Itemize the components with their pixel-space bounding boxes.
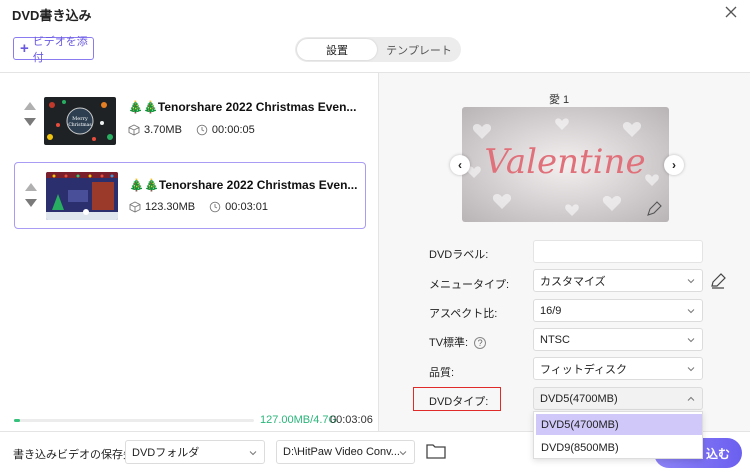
capacity-progress-fill bbox=[14, 419, 21, 422]
reorder-arrows bbox=[25, 183, 37, 207]
size-icon bbox=[129, 201, 141, 213]
dvd-type-dropdown: DVD5(4700MB) DVD9(8500MB) bbox=[533, 411, 703, 459]
plus-icon: + bbox=[20, 40, 29, 57]
menu-type-select[interactable]: カスタマイズ bbox=[533, 269, 703, 292]
destination-path-select[interactable]: D:\HitPaw Video Conv... bbox=[276, 440, 415, 464]
chevron-down-icon bbox=[249, 451, 257, 456]
add-video-button[interactable]: + ビデオを添付 bbox=[13, 36, 94, 64]
tab-template[interactable]: テンプレート bbox=[379, 39, 459, 60]
video-list-item-selected[interactable]: 🎄🎄Tenorshare 2022 Christmas Even... 123.… bbox=[14, 162, 366, 229]
video-thumbnail: Merry Christmas bbox=[44, 97, 116, 145]
video-list-pane: Merry Christmas 🎄🎄Tenorshare 2022 Christ… bbox=[0, 73, 378, 431]
reorder-arrows bbox=[24, 102, 36, 126]
video-size: 3.70MB bbox=[144, 124, 182, 136]
tv-standard-label-text: TV標準: bbox=[429, 337, 469, 349]
menu-type-label: メニュータイプ: bbox=[429, 279, 510, 291]
menu-preview-image: Valentine bbox=[462, 107, 669, 222]
dvd-type-option[interactable]: DVD5(4700MB) bbox=[536, 414, 702, 435]
capacity-used-text: 127.00MB/4.7G bbox=[260, 414, 338, 426]
tv-standard-select[interactable]: NTSC bbox=[533, 328, 703, 351]
video-meta: 3.70MB 00:00:05 bbox=[128, 124, 255, 136]
dvd-type-option[interactable]: DVD9(8500MB) bbox=[536, 437, 702, 458]
clock-icon bbox=[209, 201, 221, 213]
video-duration: 00:03:01 bbox=[225, 201, 268, 213]
quality-select[interactable]: フィットディスク bbox=[533, 357, 703, 380]
quality-label: 品質: bbox=[429, 367, 455, 379]
menu-type-value: カスタマイズ bbox=[540, 275, 606, 288]
video-name: 🎄🎄Tenorshare 2022 Christmas Even... bbox=[129, 178, 358, 192]
destination-type-select[interactable]: DVDフォルダ bbox=[125, 440, 265, 464]
quality-value: フィットディスク bbox=[540, 363, 628, 376]
move-down-icon[interactable] bbox=[24, 118, 36, 126]
highlight-annotation-box bbox=[413, 387, 501, 411]
destination-path-value: D:\HitPaw Video Conv... bbox=[283, 446, 400, 458]
move-up-icon[interactable] bbox=[25, 183, 37, 191]
dvd-type-value: DVD5(4700MB) bbox=[540, 392, 618, 405]
tv-standard-value: NTSC bbox=[540, 333, 570, 346]
chevron-down-icon bbox=[687, 367, 695, 372]
prev-template-button[interactable]: ‹ bbox=[450, 155, 470, 175]
svg-text:Christmas: Christmas bbox=[68, 122, 92, 128]
tab-settings[interactable]: 設置 bbox=[297, 39, 377, 60]
video-size: 123.30MB bbox=[145, 201, 196, 213]
aspect-ratio-select[interactable]: 16/9 bbox=[533, 299, 703, 322]
tab-switcher: 設置 テンプレート bbox=[295, 37, 461, 62]
next-template-button[interactable]: › bbox=[664, 155, 684, 175]
chevron-down-icon bbox=[687, 309, 695, 314]
save-destination-label: 書き込みビデオの保存先: bbox=[13, 449, 138, 461]
preview-title-text: Valentine bbox=[484, 142, 645, 182]
chevron-up-icon bbox=[687, 396, 695, 401]
chevron-down-icon bbox=[687, 279, 695, 284]
tv-standard-label: TV標準:? bbox=[429, 334, 487, 350]
aspect-ratio-label: アスペクト比: bbox=[429, 308, 498, 320]
video-duration: 00:00:05 bbox=[211, 124, 255, 136]
clock-icon bbox=[196, 124, 208, 136]
edit-menu-icon[interactable] bbox=[710, 273, 726, 289]
add-video-label: ビデオを添付 bbox=[32, 35, 88, 64]
window-title: DVD書き込み bbox=[12, 8, 92, 23]
size-icon bbox=[128, 124, 140, 136]
move-down-icon[interactable] bbox=[25, 199, 37, 207]
destination-type-value: DVDフォルダ bbox=[132, 447, 200, 459]
video-name: 🎄🎄Tenorshare 2022 Christmas Even... bbox=[128, 100, 357, 114]
menu-template-name: 愛 1 bbox=[549, 94, 570, 106]
close-icon[interactable] bbox=[722, 3, 740, 21]
dvd-label-label: DVDラベル: bbox=[429, 249, 489, 261]
title-bar: DVD書き込み bbox=[0, 0, 750, 26]
dvd-type-select[interactable]: DVD5(4700MB) bbox=[533, 387, 703, 410]
video-thumbnail bbox=[46, 172, 118, 220]
total-duration-text: 00:03:06 bbox=[330, 414, 373, 426]
svg-text:Merry: Merry bbox=[72, 116, 88, 122]
chevron-down-icon bbox=[687, 338, 695, 343]
help-icon[interactable]: ? bbox=[474, 337, 487, 350]
chevron-down-icon bbox=[399, 451, 407, 456]
capacity-progress-bar bbox=[14, 419, 254, 422]
folder-icon[interactable] bbox=[426, 442, 446, 460]
aspect-ratio-value: 16/9 bbox=[540, 304, 562, 317]
video-list-item[interactable]: Merry Christmas 🎄🎄Tenorshare 2022 Christ… bbox=[14, 90, 366, 154]
dvd-label-input[interactable] bbox=[533, 240, 703, 263]
move-up-icon[interactable] bbox=[24, 102, 36, 110]
video-meta: 123.30MB 00:03:01 bbox=[129, 201, 268, 213]
